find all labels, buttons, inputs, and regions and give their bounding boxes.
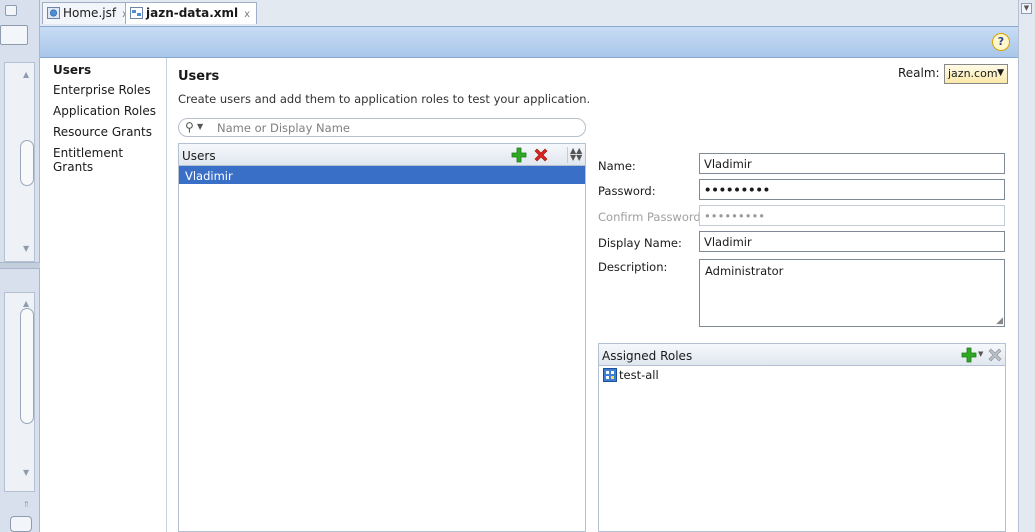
search-icon[interactable]: ⚲ bbox=[185, 120, 194, 134]
collapse-icon[interactable]: ⇑ bbox=[23, 500, 30, 509]
display-name-field[interactable]: Vladimir bbox=[699, 231, 1005, 252]
realm-label: Realm: bbox=[898, 66, 940, 80]
role-label: test-all bbox=[619, 368, 659, 382]
scroll-up-icon-2[interactable]: ▲ bbox=[23, 299, 29, 308]
confirm-password-field[interactable]: ••••••••• bbox=[699, 205, 1005, 226]
page-description: Create users and add them to application… bbox=[178, 92, 591, 106]
display-name-label: Display Name: bbox=[598, 236, 682, 250]
add-role-dropdown-icon[interactable]: ▼ bbox=[978, 350, 983, 358]
password-field[interactable]: ••••••••• bbox=[699, 179, 1005, 200]
users-list-title: Users bbox=[182, 149, 216, 163]
nav-item-entitlement-grants[interactable]: Entitlement Grants bbox=[53, 146, 166, 174]
xml-file-icon bbox=[130, 7, 143, 19]
sort-icon[interactable]: ▲▲ ▼▼ bbox=[567, 147, 582, 163]
description-label: Description: bbox=[598, 260, 668, 274]
tab-label: jazn-data.xml bbox=[146, 6, 239, 20]
description-value: Administrator bbox=[705, 264, 784, 278]
add-user-icon[interactable] bbox=[511, 147, 527, 163]
nav-item-users[interactable]: Users bbox=[53, 63, 91, 77]
section-nav: Users Enterprise Roles Application Roles… bbox=[41, 58, 167, 532]
search-placeholder: Name or Display Name bbox=[217, 121, 350, 135]
right-edge-strip: ▼ bbox=[1018, 0, 1035, 532]
scroll-down-icon[interactable]: ▼ bbox=[23, 244, 29, 253]
password-label: Password: bbox=[598, 184, 656, 198]
confirm-password-label: Confirm Password: bbox=[598, 210, 705, 224]
scroll-up-icon[interactable]: ▲ bbox=[23, 70, 29, 79]
tab-jazn-data-xml[interactable]: jazn-data.xml x bbox=[125, 2, 258, 24]
tab-list-dropdown-icon[interactable]: ▼ bbox=[1021, 3, 1032, 14]
panel-menu-button[interactable] bbox=[0, 25, 28, 45]
minimize-button[interactable] bbox=[5, 5, 17, 16]
panel-scrollbar-thumb[interactable] bbox=[20, 140, 34, 186]
name-label: Name: bbox=[598, 159, 636, 173]
nav-item-enterprise-roles[interactable]: Enterprise Roles bbox=[53, 83, 151, 97]
delete-user-icon[interactable] bbox=[533, 147, 549, 163]
remove-role-icon[interactable] bbox=[987, 347, 1003, 363]
assigned-roles-header: Assigned Roles ▼ bbox=[599, 344, 1005, 366]
resize-grip-icon[interactable]: ◢ bbox=[996, 316, 1003, 326]
restore-button[interactable] bbox=[10, 516, 32, 532]
name-field[interactable]: Vladimir bbox=[699, 153, 1005, 174]
left-gutter: ▲ ▼ ▲ ▼ ⇑ bbox=[0, 0, 40, 532]
panel-splitter[interactable] bbox=[0, 262, 40, 269]
scroll-down-icon-2[interactable]: ▼ bbox=[23, 468, 29, 477]
nav-item-application-roles[interactable]: Application Roles bbox=[53, 104, 156, 118]
panel-scrollbar-thumb-2[interactable] bbox=[20, 308, 34, 424]
assigned-roles-panel: Assigned Roles ▼ test-all bbox=[598, 343, 1006, 532]
application-role-icon bbox=[603, 368, 617, 382]
tab-home-jsf[interactable]: Home.jsfx bbox=[42, 2, 135, 24]
users-list-header: Users ▲▲ ▼▼ bbox=[179, 144, 585, 166]
editor-tab-strip: Home.jsfx jazn-data.xml x bbox=[40, 0, 1035, 26]
realm-select[interactable]: jazn.com ▼ bbox=[944, 64, 1008, 84]
nav-item-resource-grants[interactable]: Resource Grants bbox=[53, 125, 152, 139]
web-page-icon bbox=[47, 7, 60, 19]
realm-value: jazn.com bbox=[948, 67, 998, 80]
page-title: Users bbox=[178, 69, 220, 84]
close-icon[interactable]: x bbox=[244, 9, 250, 20]
description-field[interactable]: Administrator ◢ bbox=[699, 259, 1005, 327]
help-icon[interactable]: ? bbox=[992, 33, 1010, 51]
tab-label: Home.jsf bbox=[63, 6, 117, 20]
assigned-roles-title: Assigned Roles bbox=[602, 349, 693, 363]
search-input[interactable]: ⚲ ▼ Name or Display Name bbox=[178, 118, 586, 137]
search-options-dropdown-icon[interactable]: ▼ bbox=[197, 122, 203, 131]
list-item[interactable]: test-all bbox=[599, 366, 1005, 384]
list-item[interactable]: Vladimir bbox=[179, 166, 585, 184]
editor-header-band: ? bbox=[40, 26, 1018, 58]
users-list-panel: Users ▲▲ ▼▼ Vladimir bbox=[178, 143, 586, 532]
add-role-icon[interactable] bbox=[961, 347, 977, 363]
users-editor: Users Create users and add them to appli… bbox=[168, 58, 1018, 532]
chevron-down-icon: ▼ bbox=[997, 68, 1004, 78]
